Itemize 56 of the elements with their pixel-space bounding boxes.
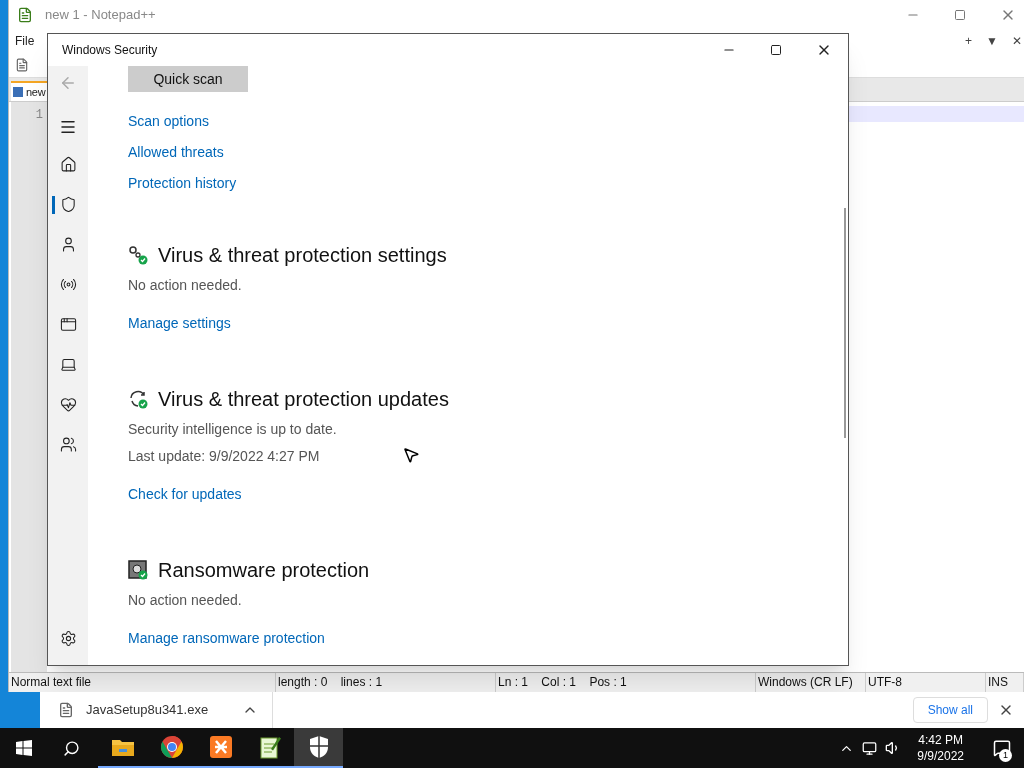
shield-icon	[59, 196, 77, 213]
quick-scan-button[interactable]: Quick scan	[128, 66, 248, 92]
tab-bar-control[interactable]: +	[965, 32, 973, 50]
status-text: No action needed.	[128, 591, 242, 610]
window-icon	[59, 316, 77, 333]
windows-logo-icon[interactable]	[16, 740, 32, 756]
chrome-logo-icon	[159, 735, 184, 759]
link[interactable]: Scan options	[128, 112, 237, 131]
save-icon	[13, 87, 23, 97]
gears-check-icon	[128, 245, 148, 265]
status-text: Security intelligence is up to date.	[128, 420, 337, 439]
vault-check-icon	[128, 560, 148, 580]
maximize-icon[interactable]	[770, 44, 782, 56]
network-icon[interactable]	[862, 740, 878, 756]
refresh-check-icon	[128, 389, 148, 409]
link[interactable]: Manage settings	[128, 314, 231, 333]
tab-bar-control[interactable]: ✕	[1012, 32, 1022, 50]
people-icon	[59, 436, 77, 453]
file-icon	[58, 702, 74, 718]
line-number: 1	[35, 107, 43, 124]
window-title: Windows Security	[62, 42, 158, 59]
link[interactable]: Manage ransomware protection	[128, 629, 325, 648]
notification-count: 1	[999, 749, 1012, 762]
xampp-logo-icon	[208, 735, 233, 759]
home-icon	[59, 156, 77, 173]
notepad-icon	[17, 7, 33, 23]
status-text: No action needed.	[128, 276, 242, 295]
notification-icon	[993, 739, 1011, 757]
section-heading: Virus & threat protection updates	[158, 387, 449, 412]
status-text: Last update: 9/9/2022 4:27 PM	[128, 447, 320, 466]
section-heading: Virus & threat protection settings	[158, 243, 447, 268]
shield-icon	[307, 735, 330, 759]
folder-icon	[110, 737, 135, 757]
notepad-icon	[258, 735, 281, 759]
clock[interactable]: 4:42 PM 9/9/2022	[911, 732, 970, 764]
mouse-pointer-icon	[402, 446, 420, 464]
antenna-icon	[59, 276, 77, 293]
show-all-button[interactable]: Show all	[912, 697, 988, 723]
search-icon[interactable]	[63, 739, 80, 757]
scrollbar-thumb[interactable]	[844, 208, 846, 438]
link[interactable]: Allowed threats	[128, 143, 237, 162]
editor-tab[interactable]: new	[11, 81, 47, 101]
window-title: new 1 - Notepad++	[45, 6, 156, 25]
laptop-icon	[59, 356, 77, 373]
tab-bar-control[interactable]: ▼	[986, 32, 998, 50]
notification-button[interactable]: 1	[980, 728, 1024, 768]
heart-icon	[59, 396, 77, 413]
menu-item[interactable]: File	[15, 32, 35, 50]
new-file-icon[interactable]	[15, 57, 29, 72]
file-name: JavaSetup8u341.exe	[86, 701, 209, 720]
settings-icon[interactable]	[59, 630, 77, 647]
menu-icon[interactable]	[59, 118, 77, 136]
link[interactable]: Protection history	[128, 174, 237, 193]
section-heading: Ransomware protection	[158, 558, 370, 583]
link[interactable]: Check for updates	[128, 485, 242, 504]
taskbar-app[interactable]	[294, 728, 343, 768]
